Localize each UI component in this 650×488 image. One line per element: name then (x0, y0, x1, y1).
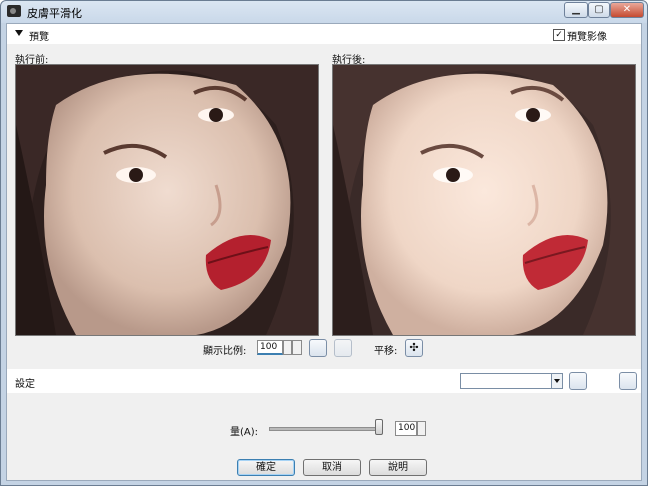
pan-label: 平移: (374, 346, 398, 357)
dialog-window: 皮膚平滑化 ▁ ▢ ✕ 預覽 ✓ 預覽影像 執行前: 執行後: 顯示比例: 10… (0, 0, 648, 486)
zoom-dropdown-icon[interactable] (292, 340, 302, 355)
pan-icon[interactable]: ✣ (405, 339, 423, 357)
fit-to-window-icon[interactable] (309, 339, 327, 357)
zoom-label: 顯示比例: (203, 346, 247, 357)
title-bar[interactable]: 皮膚平滑化 ▁ ▢ ✕ (1, 1, 647, 23)
before-preview[interactable] (15, 64, 319, 336)
actual-size-icon[interactable] (334, 339, 352, 357)
cancel-button[interactable]: 取消 (303, 459, 361, 476)
amount-slider-track[interactable] (269, 427, 381, 431)
amount-spinner[interactable] (417, 421, 426, 436)
show-preview-checkbox[interactable]: ✓ (553, 29, 565, 41)
settings-label: 設定 (15, 379, 35, 390)
amount-slider-thumb[interactable] (375, 419, 383, 435)
after-face-photo (333, 65, 635, 335)
chevron-down-icon[interactable] (551, 374, 562, 388)
close-button[interactable]: ✕ (610, 2, 644, 18)
preset-combobox[interactable] (460, 373, 563, 389)
zoom-input[interactable]: 100 (257, 340, 283, 355)
after-preview[interactable] (332, 64, 636, 336)
app-icon (7, 5, 21, 17)
amount-label: 量(A): (230, 427, 259, 438)
settings-bar: 設定 (7, 369, 641, 393)
show-preview-label: 預覽影像 (567, 32, 607, 43)
reset-icon[interactable] (619, 372, 637, 390)
collapse-arrow-icon[interactable] (15, 30, 23, 36)
save-preset-icon[interactable] (569, 372, 587, 390)
dialog-body: 預覽 ✓ 預覽影像 執行前: 執行後: 顯示比例: 100 平移: ✣ 設定 量… (6, 23, 642, 481)
help-button[interactable]: 說明 (369, 459, 427, 476)
maximize-button[interactable]: ▢ (588, 2, 610, 18)
preview-header[interactable]: 預覽 ✓ 預覽影像 (7, 24, 641, 44)
zoom-spinner[interactable] (283, 340, 292, 355)
window-title: 皮膚平滑化 (27, 7, 82, 20)
preview-section-label: 預覽 (29, 32, 49, 43)
amount-input[interactable]: 100 (395, 421, 417, 436)
minimize-button[interactable]: ▁ (564, 2, 588, 18)
before-face-photo (16, 65, 318, 335)
ok-button[interactable]: 確定 (237, 459, 295, 476)
